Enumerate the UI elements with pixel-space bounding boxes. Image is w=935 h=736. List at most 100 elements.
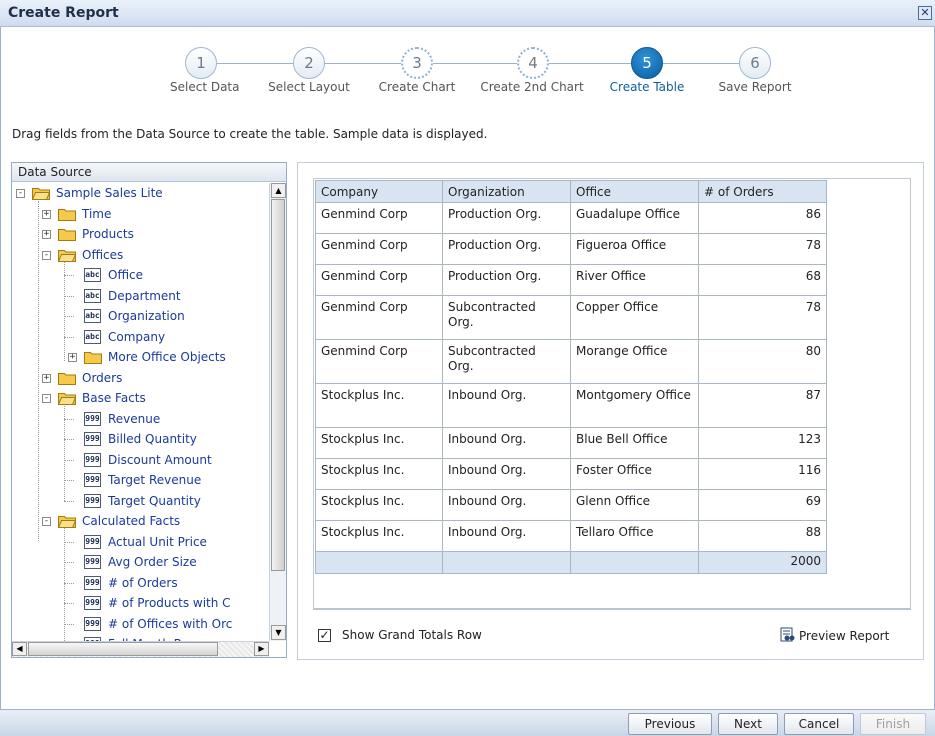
close-icon[interactable]: ✕	[918, 6, 932, 20]
step-3-circle[interactable]: 3	[401, 47, 433, 79]
table-row: Stockplus Inc. Inbound Org. Montgomery Off…	[315, 383, 827, 428]
step-3-label[interactable]: Create Chart	[374, 80, 460, 94]
table-cell: Morange Office	[570, 339, 699, 384]
tree-node[interactable]: + Products	[12, 224, 268, 244]
tree-node[interactable]: - Sample Sales Lite	[12, 183, 268, 203]
tree-vertical-scroll-thumb[interactable]	[271, 199, 285, 571]
table-cell: 78	[698, 233, 827, 265]
column-header[interactable]: # of Orders	[698, 180, 827, 203]
table-cell: 116	[698, 458, 827, 490]
step-1-circle[interactable]: 1	[185, 47, 217, 79]
tree-node[interactable]: 999 # of Offices with Orc	[12, 614, 268, 634]
tree-node[interactable]: 999 Target Quantity	[12, 491, 268, 511]
table-cell: Inbound Org.	[442, 489, 571, 521]
grand-total-cell	[570, 551, 699, 574]
finish-button[interactable]: Finish	[860, 713, 926, 735]
scroll-right-icon[interactable]: ▶	[254, 642, 269, 656]
tree-node-label: Avg Order Size	[108, 555, 197, 569]
tree-node[interactable]: 999 # of Products with C	[12, 593, 268, 613]
tree-node-label: Base Facts	[82, 391, 146, 405]
expand-icon[interactable]: +	[42, 230, 51, 239]
tree-node[interactable]: 999 Actual Unit Price	[12, 532, 268, 552]
scroll-down-icon[interactable]: ▼	[271, 625, 286, 640]
table-cell: Production Org.	[442, 233, 571, 265]
column-header[interactable]: Organization	[442, 180, 571, 203]
text-field-icon: abc	[84, 268, 101, 282]
dialog-left-border	[0, 27, 1, 709]
previous-button[interactable]: Previous	[628, 713, 712, 735]
tree-node[interactable]: abc Department	[12, 286, 268, 306]
show-grand-totals-label[interactable]: Show Grand Totals Row	[342, 628, 482, 642]
numeric-field-icon: 999	[84, 452, 101, 467]
tree-node-label: Target Quantity	[108, 493, 201, 508]
collapse-icon[interactable]: -	[42, 394, 51, 403]
tree-node[interactable]: abc Office	[12, 265, 268, 285]
step-5-label[interactable]: Create Table	[604, 80, 690, 94]
tree-node-label: Time	[82, 206, 112, 221]
dialog-footer: Previous Next Cancel Finish	[0, 709, 935, 736]
tree-node[interactable]: 999 Avg Order Size	[12, 552, 268, 572]
tree-node[interactable]: 999 Billed Quantity	[12, 429, 268, 449]
table-cell: Subcontracted Org.	[442, 339, 571, 384]
tree-guide	[64, 480, 74, 481]
tree-horizontal-scrollbar[interactable]: ◀ ▶	[12, 641, 269, 657]
tree-node[interactable]: + Time	[12, 204, 268, 224]
tree-node[interactable]: + More Office Objects	[12, 347, 268, 367]
table-cell: Glenn Office	[570, 489, 699, 521]
tree-node[interactable]: 999 Target Revenue	[12, 470, 268, 490]
step-4-label[interactable]: Create 2nd Chart	[475, 80, 589, 94]
step-2-label[interactable]: Select Layout	[266, 80, 352, 94]
column-header[interactable]: Office	[570, 180, 699, 203]
folder-icon	[58, 229, 76, 241]
expand-icon[interactable]: +	[68, 353, 77, 362]
tree-node-label: More Office Objects	[108, 350, 226, 364]
collapse-icon[interactable]: -	[42, 517, 51, 526]
step-connector	[433, 63, 517, 64]
tree-node-label: # of Offices with Orc	[108, 616, 233, 631]
tree-vertical-scrollbar[interactable]: ▲ ▼	[269, 183, 286, 641]
preview-report-icon	[780, 627, 795, 642]
table-cell: Stockplus Inc.	[315, 427, 443, 459]
numeric-field-icon: 999	[84, 473, 101, 487]
show-grand-totals-checkbox[interactable]: ✓	[318, 629, 331, 642]
tree-node[interactable]: - Offices	[12, 245, 268, 265]
table-cell: Tellaro Office	[570, 520, 699, 552]
step-5-circle[interactable]: 5	[631, 47, 663, 79]
table-header-row: Company Organization Office # of Orders	[315, 180, 827, 203]
collapse-icon[interactable]: -	[42, 250, 51, 260]
tree-node[interactable]: abc Organization	[12, 306, 268, 326]
tree-node-label: Office	[108, 268, 144, 282]
expand-icon[interactable]: +	[42, 209, 51, 219]
scroll-left-icon[interactable]: ◀	[12, 642, 27, 656]
tree-node[interactable]: + Orders	[12, 368, 268, 388]
table-row: Genmind Corp Subcontracted Org. Morange Of…	[315, 339, 827, 384]
tree-node-label: Products	[82, 227, 134, 241]
step-4-circle[interactable]: 4	[517, 47, 549, 79]
tree-node[interactable]: 999Full Month Revenue	[12, 634, 268, 641]
tree-node-label: Company	[108, 329, 166, 344]
tree-node[interactable]: 999 # of Orders	[12, 573, 268, 593]
tree-guide	[64, 418, 74, 420]
tree-node[interactable]: - Calculated Facts	[12, 511, 268, 531]
step-6-circle[interactable]: 6	[739, 47, 771, 79]
tree-node[interactable]: abc Company	[12, 327, 268, 347]
instructions-text: Drag fields from the Data Source to crea…	[12, 127, 488, 141]
step-6-label[interactable]: Save Report	[708, 80, 802, 94]
tree-guide	[64, 316, 74, 317]
tree-node[interactable]: 999 Discount Amount	[12, 450, 268, 470]
tree-node[interactable]: 999 Revenue	[12, 409, 268, 429]
tree-guide	[64, 459, 74, 461]
cancel-button[interactable]: Cancel	[784, 713, 854, 735]
expand-icon[interactable]: +	[42, 373, 51, 383]
step-1-label[interactable]: Select Data	[170, 80, 240, 94]
folder-icon	[84, 352, 102, 364]
collapse-icon[interactable]: -	[16, 189, 25, 198]
grand-total-value: 2000	[698, 551, 827, 574]
column-header[interactable]: Company	[315, 180, 443, 203]
next-button[interactable]: Next	[718, 713, 778, 735]
tree-horizontal-scroll-thumb[interactable]	[28, 642, 218, 656]
step-2-circle[interactable]: 2	[293, 47, 325, 79]
tree-node[interactable]: - Base Facts	[12, 388, 268, 408]
preview-report-link[interactable]: Preview Report	[780, 627, 889, 643]
scroll-up-icon[interactable]: ▲	[271, 183, 286, 198]
